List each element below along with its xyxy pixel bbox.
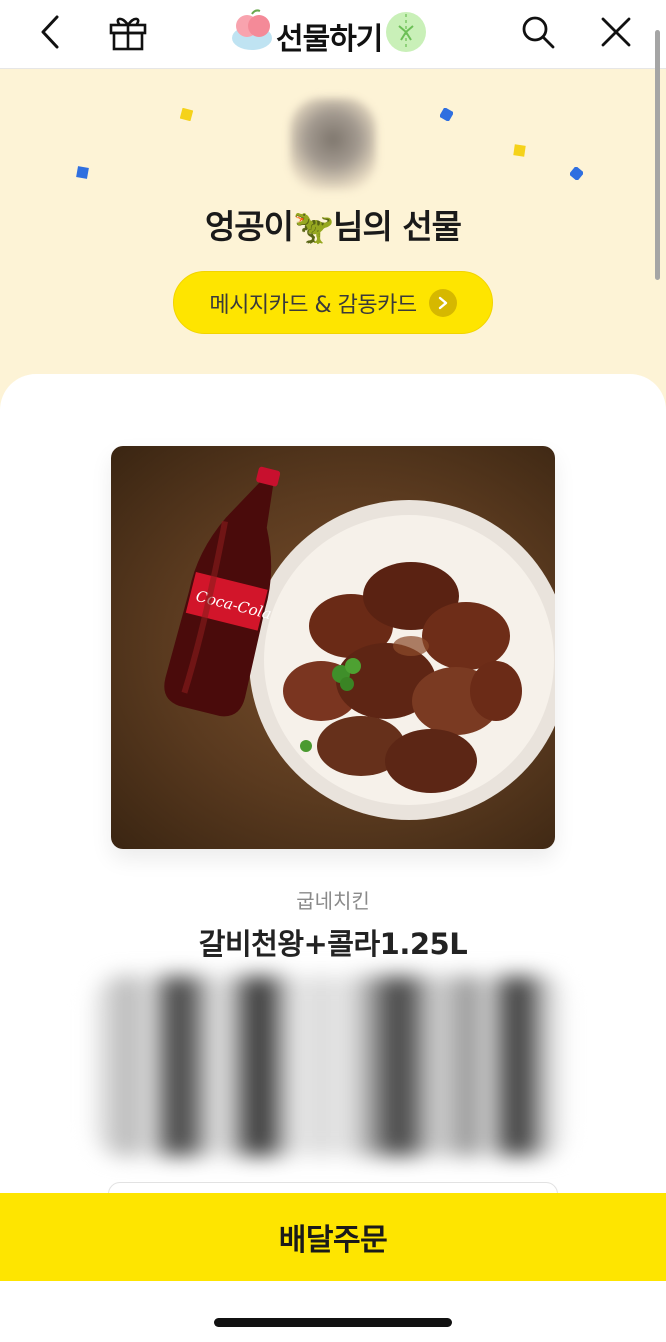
delivery-order-button[interactable]: 배달주문 — [0, 1193, 666, 1281]
search-button[interactable] — [514, 8, 562, 56]
gift-barcode-blurred — [92, 976, 572, 1156]
confetti-piece — [76, 166, 89, 179]
confetti-piece — [180, 108, 193, 121]
page-title: 선물하기 — [276, 22, 383, 57]
chevron-right-icon — [428, 288, 457, 317]
gift-sender-title: 엉공이🦖님의 선물 — [204, 207, 462, 246]
ribbon-gift-icon — [386, 12, 426, 52]
confetti-piece — [570, 167, 583, 180]
close-button[interactable] — [592, 8, 640, 56]
sender-avatar — [290, 98, 376, 190]
home-indicator[interactable] — [214, 1318, 452, 1327]
close-icon — [601, 17, 631, 47]
top-navigation-bar: 선물하기 — [0, 0, 666, 69]
back-button[interactable] — [26, 8, 74, 56]
product-brand: 굽네치킨 — [296, 889, 370, 913]
product-name: 갈비천왕+콜라1.25L — [198, 927, 468, 961]
confetti-piece — [513, 144, 526, 157]
message-card-label: 메시지카드 & 감동카드 — [209, 292, 417, 318]
product-photo-illustration: Coca-Cola — [164, 466, 555, 820]
search-icon — [522, 16, 555, 49]
scrollbar[interactable] — [655, 30, 660, 280]
confetti-piece — [440, 108, 453, 121]
message-card-button[interactable]: 메시지카드 & 감동카드 — [173, 271, 493, 334]
product-image: Coca-Cola — [111, 446, 555, 849]
chevron-left-icon — [41, 15, 59, 49]
gift-button[interactable] — [104, 8, 152, 56]
page-title-area: 선물하기 — [232, 6, 432, 58]
gift-box-icon — [109, 17, 147, 51]
